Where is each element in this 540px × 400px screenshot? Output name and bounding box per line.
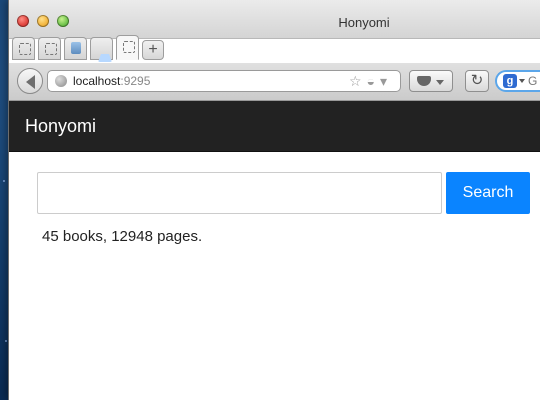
window-title: Honyomi — [338, 15, 390, 30]
search-input[interactable] — [37, 172, 442, 214]
pocket-small-icon[interactable]: ◒ — [367, 73, 380, 89]
browser-search-placeholder: G — [528, 74, 538, 88]
browser-window: Honyomi + localhost:9295 ☆◒▾ ↻ g G Honyo… — [8, 0, 540, 400]
tab-2[interactable] — [38, 37, 61, 60]
dropdown-chevron-icon[interactable]: ▾ — [380, 73, 392, 89]
address-host: localhost — [73, 74, 121, 88]
back-button[interactable] — [17, 68, 43, 94]
app-navbar: Honyomi — [9, 101, 540, 152]
tab-strip: + — [12, 33, 164, 63]
tab-pinned[interactable] — [64, 37, 87, 60]
app-brand[interactable]: Honyomi — [25, 116, 96, 137]
bookmark-star-icon[interactable]: ☆ — [349, 73, 367, 89]
globe-icon — [55, 75, 67, 87]
address-actions: ☆◒▾ — [349, 73, 392, 90]
browser-search-box[interactable]: g G — [495, 70, 540, 92]
star — [5, 340, 7, 342]
search-button[interactable]: Search — [446, 172, 530, 214]
search-engine-chevron-icon — [519, 79, 525, 83]
pocket-button[interactable] — [409, 70, 453, 92]
back-arrow-icon — [26, 75, 35, 89]
google-icon: g — [503, 74, 517, 88]
active-tab[interactable] — [116, 35, 139, 60]
address-text: localhost:9295 — [73, 74, 150, 88]
search-form: Search — [37, 172, 531, 214]
star — [3, 180, 5, 182]
new-tab-button[interactable]: + — [142, 40, 164, 60]
reload-button[interactable]: ↻ — [465, 70, 489, 92]
tab-1[interactable] — [12, 37, 35, 60]
library-stats: 45 books, 12948 pages. — [42, 228, 203, 245]
address-port: :9295 — [120, 74, 151, 88]
main-content: Search 45 books, 12948 pages. — [9, 152, 540, 400]
browser-toolbar: localhost:9295 ☆◒▾ ↻ g G — [9, 63, 540, 101]
address-bar[interactable]: localhost:9295 ☆◒▾ — [47, 70, 401, 92]
tab-flask[interactable] — [90, 37, 113, 62]
